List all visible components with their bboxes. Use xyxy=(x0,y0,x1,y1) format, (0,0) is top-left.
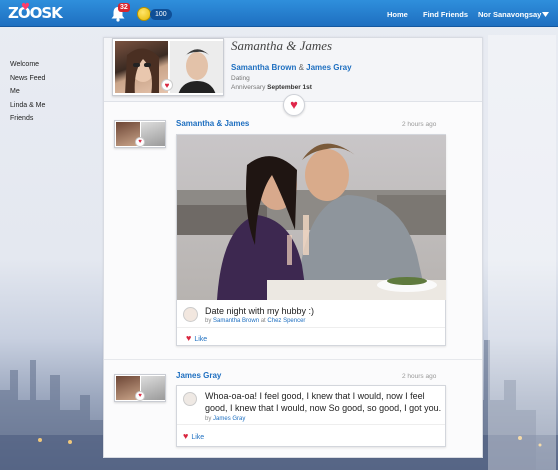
sidebar-nav: Welcome News Feed Me Linda & Me Friends xyxy=(10,58,45,126)
like-button[interactable]: ♥ Like xyxy=(186,333,207,343)
nav-user-menu[interactable]: Nor Sanavongsay xyxy=(478,10,541,19)
james-avatar[interactable] xyxy=(183,392,197,406)
status-text: Whoa-oa-oa! I feel good, I knew that I w… xyxy=(205,391,442,413)
logo-heart-icon: ♥ xyxy=(21,2,30,13)
couple-names: Samantha Brown & James Gray xyxy=(231,63,352,72)
caret-down-icon[interactable] xyxy=(542,12,549,17)
sidebar-item-friends[interactable]: Friends xyxy=(10,112,45,126)
nav-home[interactable]: Home xyxy=(387,10,408,19)
coin-count-badge: 100 xyxy=(150,9,172,20)
heart-icon: ♥ xyxy=(135,137,145,147)
post-byline: by James Gray xyxy=(205,416,246,422)
partner-link-samantha[interactable]: Samantha Brown xyxy=(231,63,296,72)
relationship-status: Dating xyxy=(231,75,250,82)
sidebar-item-news-feed[interactable]: News Feed xyxy=(10,72,45,86)
post-author[interactable]: James Gray xyxy=(176,371,221,380)
notification-badge: 32 xyxy=(118,3,130,12)
post-timestamp: 2 hours ago xyxy=(402,373,437,380)
divider xyxy=(177,327,445,328)
feed-panel: ♥ Samantha & James Samantha Brown & Jame… xyxy=(103,37,483,458)
couple-title: Samantha & James xyxy=(231,38,333,53)
sidebar-item-me[interactable]: Me xyxy=(10,85,45,99)
james-photo xyxy=(170,41,223,93)
like-button[interactable]: ♥ Like xyxy=(183,431,204,441)
heart-icon: ♥ xyxy=(135,391,145,401)
heart-icon: ♥ xyxy=(183,431,189,441)
couple-photo[interactable]: ♥ xyxy=(112,38,224,96)
byline-author-link[interactable]: James Gray xyxy=(213,416,245,422)
post-timestamp: 2 hours ago xyxy=(402,121,437,128)
post-divider xyxy=(104,359,482,360)
sidebar-item-linda-and-me[interactable]: Linda & Me xyxy=(10,99,45,113)
sidebar-item-welcome[interactable]: Welcome xyxy=(10,58,45,72)
post-caption: Date night with my hubby :) xyxy=(205,306,315,316)
photo-post-card: Date night with my hubby :) by Samantha … xyxy=(176,134,446,346)
post-couple-thumbnail[interactable]: ♥ xyxy=(114,374,166,402)
byline-author-link[interactable]: Samantha Brown xyxy=(213,318,259,324)
anniversary: Anniversary September 1st xyxy=(231,84,312,91)
post-byline: by Samantha Brown at Chez Spencer xyxy=(205,318,306,324)
post-couple-thumbnail[interactable]: ♥ xyxy=(114,120,166,148)
heart-icon: ♥ xyxy=(186,333,192,343)
status-post-card: Whoa-oa-oa! I feel good, I knew that I w… xyxy=(176,385,446,447)
samantha-avatar[interactable] xyxy=(183,307,198,322)
byline-place-link[interactable]: Chez Spencer xyxy=(267,318,305,324)
zoosk-logo[interactable]: ZOOSK ♥ xyxy=(8,2,63,22)
heart-icon: ♥ xyxy=(161,79,173,91)
post-photo[interactable] xyxy=(177,135,446,300)
coin-icon[interactable] xyxy=(137,7,151,21)
heart-icon[interactable]: ♥ xyxy=(283,94,305,116)
partner-link-james[interactable]: James Gray xyxy=(306,63,351,72)
nav-find-friends[interactable]: Find Friends xyxy=(423,10,468,19)
divider xyxy=(177,424,445,425)
top-bar: ZOOSK ♥ 32 100 Home Find Friends Nor San… xyxy=(0,0,558,27)
right-panel xyxy=(488,35,556,470)
post-author[interactable]: Samantha & James xyxy=(176,119,249,128)
